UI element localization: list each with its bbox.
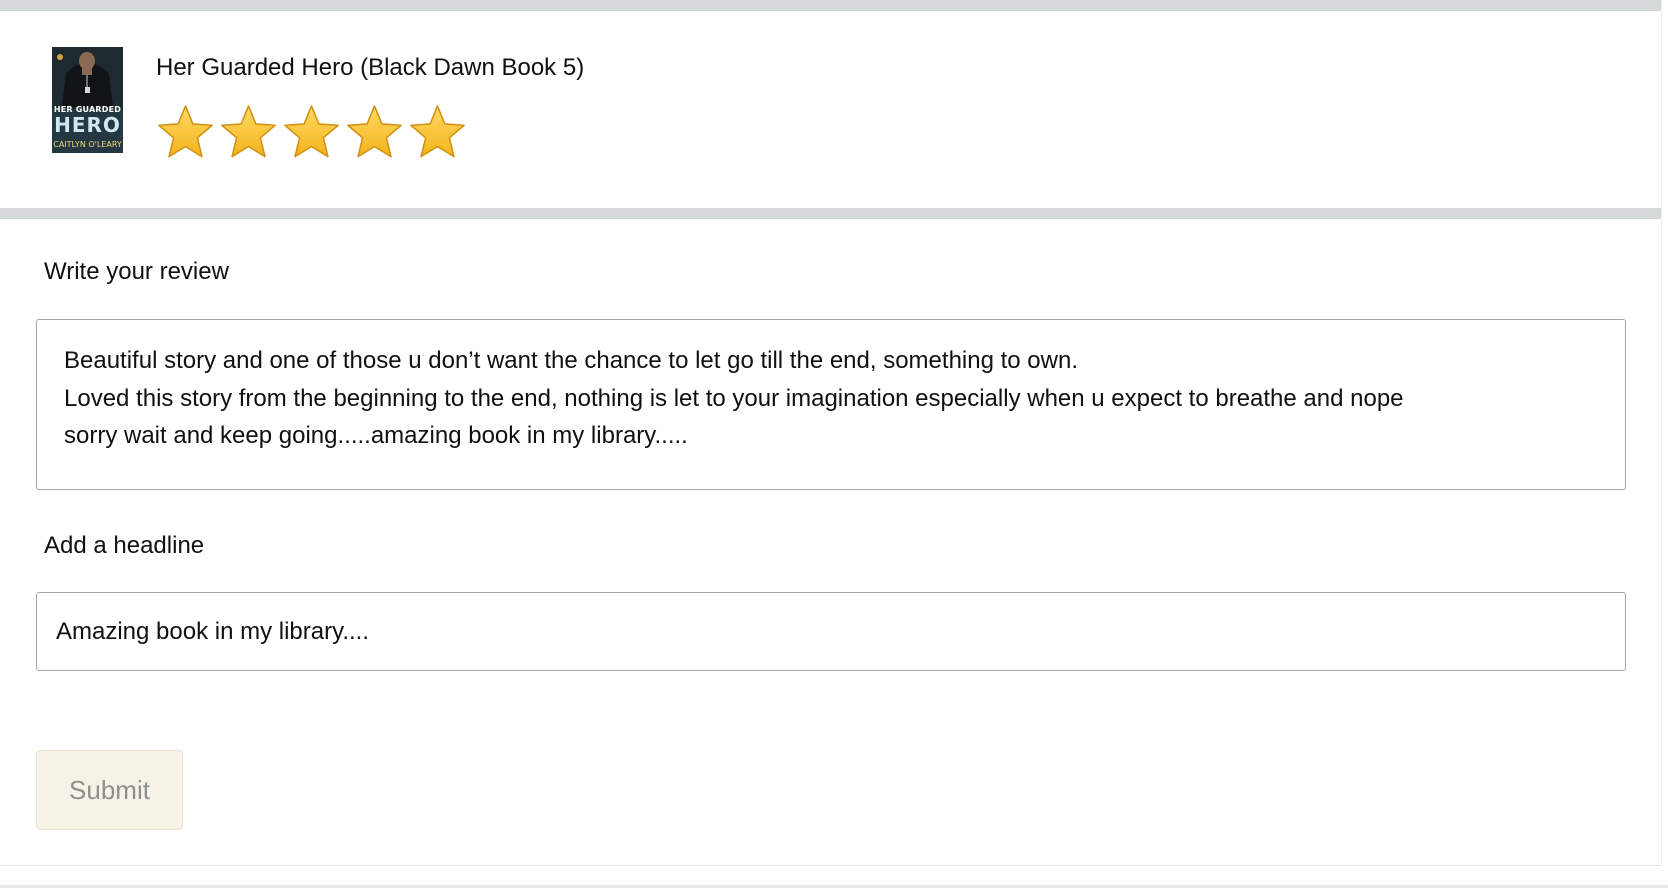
book-cover-image: HER GUARDED HERO CAITLYN O'LEARY: [52, 47, 123, 153]
top-divider: [0, 0, 1661, 11]
page-bottom-border: [0, 885, 1668, 888]
review-page: HER GUARDED HERO CAITLYN O'LEARY Her Gua…: [0, 0, 1668, 889]
review-text-line: Loved this story from the beginning to t…: [64, 384, 1404, 412]
star-icon[interactable]: [345, 103, 404, 162]
cover-art: [52, 47, 123, 153]
star-icon[interactable]: [408, 103, 467, 162]
right-edge-divider: [1661, 0, 1662, 866]
bottom-divider: [0, 865, 1661, 866]
star-icon[interactable]: [156, 103, 215, 162]
star-icon[interactable]: [282, 103, 341, 162]
cover-author: CAITLYN O'LEARY: [53, 140, 122, 149]
headline-input[interactable]: Amazing book in my library....: [36, 592, 1626, 671]
review-text-line: sorry wait and keep going.....amazing bo…: [64, 422, 688, 449]
section-divider: [0, 208, 1661, 219]
review-label: Write your review: [44, 258, 229, 285]
product-summary: HER GUARDED HERO CAITLYN O'LEARY Her Gua…: [0, 11, 1661, 208]
review-textarea[interactable]: Beautiful story and one of those u don’t…: [36, 319, 1626, 490]
submit-button[interactable]: Submit: [36, 750, 183, 830]
star-icon[interactable]: [219, 103, 278, 162]
headline-label: Add a headline: [44, 532, 205, 559]
product-title: Her Guarded Hero (Black Dawn Book 5): [156, 54, 585, 81]
cover-title-large: HERO: [54, 113, 121, 137]
review-text-line: Beautiful story and one of those u don’t…: [64, 347, 1078, 374]
star-rating[interactable]: [156, 103, 467, 163]
